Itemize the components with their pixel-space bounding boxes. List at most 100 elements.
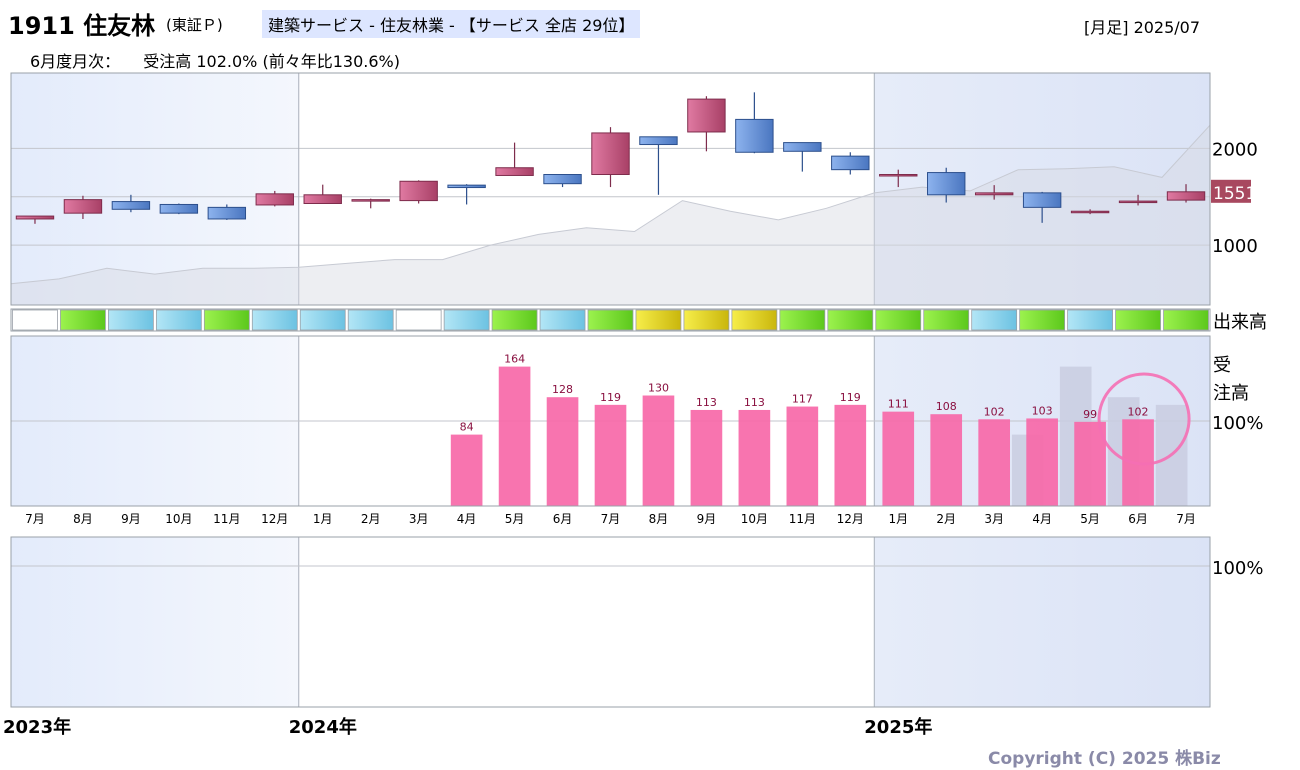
candle-body (447, 184, 486, 189)
order-bar-label: 102 (1128, 405, 1149, 418)
volume-label: 出来高 (1213, 312, 1267, 333)
month-tick-label: 10月 (741, 512, 768, 526)
volume-cell (299, 309, 346, 331)
order-bar-label: 113 (696, 396, 717, 409)
candle-body (879, 174, 918, 177)
last-price-label: 1551 (1213, 184, 1256, 204)
month-tick-label: 11月 (213, 512, 240, 526)
volume-cell (1115, 309, 1161, 331)
volume-cell (683, 309, 730, 331)
month-tick-label: 2月 (361, 512, 381, 526)
candle-body (687, 98, 726, 133)
order-bar-label: 103 (1032, 404, 1053, 417)
volume-cell (203, 309, 250, 331)
month-tick-label: 3月 (409, 512, 429, 526)
volume-cell (1019, 309, 1066, 331)
order-bar-label: 111 (888, 398, 909, 411)
volume-cell (491, 309, 538, 331)
volume-cell (108, 309, 154, 331)
shade-2025-panel3 (874, 537, 1210, 707)
year-label: 2025年 (864, 716, 932, 738)
volume-cell (923, 309, 970, 331)
year-label: 2023年 (3, 716, 71, 738)
candle-body (927, 172, 966, 196)
order-bar (1026, 418, 1058, 506)
order-bar (978, 419, 1011, 506)
candle-body (1166, 191, 1206, 201)
order-bar (690, 409, 723, 506)
month-tick-label: 11月 (789, 512, 816, 526)
month-tick-label: 10月 (165, 512, 192, 526)
candle-body (591, 132, 630, 175)
price-tick-label: 1000 (1212, 236, 1258, 257)
order-bar (738, 409, 771, 506)
volume-cell (443, 309, 490, 331)
order-bar-label: 119 (600, 391, 621, 404)
candle-body (399, 180, 438, 202)
order-bar (786, 406, 819, 506)
candle-body (255, 193, 294, 206)
candle-body (639, 136, 678, 146)
order-bar (930, 414, 963, 506)
month-tick-label: 4月 (1032, 512, 1052, 526)
lower-100pct-label: 100% (1212, 558, 1263, 579)
order-bar (546, 397, 579, 506)
month-tick-label: 6月 (1128, 512, 1148, 526)
price-tick-label: 2000 (1212, 139, 1258, 160)
month-tick-label: 9月 (697, 512, 717, 526)
order-bar-label: 119 (840, 391, 861, 404)
candle-body (831, 155, 870, 171)
orders-label-line2: 注高 (1213, 383, 1249, 404)
candle-body (1070, 210, 1110, 214)
volume-cell (731, 309, 778, 331)
candle-body (495, 167, 534, 176)
order-bar-label: 128 (552, 383, 573, 396)
copyright: Copyright (C) 2025 株Biz (988, 749, 1221, 769)
volume-strip-layer (12, 309, 1209, 331)
volume-cell (827, 309, 874, 331)
order-bar-label: 117 (792, 393, 813, 406)
month-tick-label: 2月 (936, 512, 956, 526)
month-tick-label: 8月 (649, 512, 669, 526)
candle-body (63, 199, 103, 214)
stock-chart: 1000 2000 1551 出来高 84 164 128 119 130 113 113 117 11… (3, 72, 1267, 738)
month-tick-label: 1月 (313, 512, 333, 526)
volume-cell (779, 309, 826, 331)
order-bar (882, 411, 915, 506)
volume-cell (251, 309, 298, 331)
month-tick-label: 3月 (984, 512, 1004, 526)
month-tick-label: 6月 (553, 512, 573, 526)
month-tick-label: 7月 (1176, 512, 1196, 526)
chart-stage: 1911 住友林 (東証Ｐ) 建築サービス - 住友林業 - 【サービス 全店 … (0, 0, 1300, 770)
order-bar-label: 164 (504, 353, 525, 366)
order-bar (450, 434, 483, 506)
volume-cell (635, 309, 682, 331)
order-bar (498, 366, 531, 506)
month-tick-label: 5月 (505, 512, 525, 526)
volume-cell (875, 309, 922, 331)
year-label: 2024年 (289, 716, 357, 738)
candle-body (351, 199, 390, 202)
candle-body (543, 174, 582, 185)
volume-cell (347, 309, 394, 331)
volume-cell (155, 309, 202, 331)
volume-cell (971, 309, 1018, 331)
volume-cell (1163, 309, 1209, 331)
order-bar-label: 108 (936, 400, 957, 413)
month-tick-label: 7月 (601, 512, 621, 526)
order-bar-label: 84 (460, 421, 474, 434)
volume-cell (60, 309, 106, 331)
month-tick-label: 8月 (73, 512, 93, 526)
month-tick-label: 4月 (457, 512, 477, 526)
month-tick-label: 1月 (888, 512, 908, 526)
month-tick-label: 5月 (1080, 512, 1100, 526)
month-tick-label: 12月 (837, 512, 864, 526)
month-tick-label: 7月 (25, 512, 45, 526)
shade-2023-panel3 (11, 537, 299, 707)
order-bar-label: 102 (984, 405, 1005, 418)
candle-body (1022, 192, 1062, 208)
month-tick-label: 12月 (261, 512, 288, 526)
candle-body (111, 201, 151, 210)
month-tick-label: 9月 (121, 512, 141, 526)
candle-body (735, 118, 774, 153)
